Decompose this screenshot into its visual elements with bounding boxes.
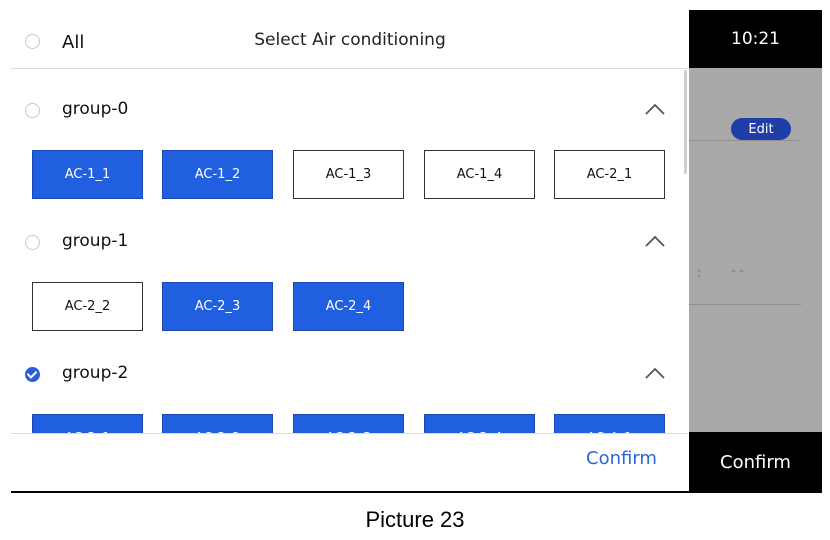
chevron-up-icon[interactable] [644,234,666,248]
divider [689,140,801,141]
chevron-up-icon[interactable] [644,102,666,116]
edit-button: Edit [731,118,791,140]
ac-unit-button[interactable]: AC-3_3 [293,414,404,433]
background-content: Edit : -- [689,68,822,432]
group-list[interactable]: group-0 AC-1_1 AC-1_2 AC-1_3 AC-1_4 AC-2… [11,69,689,433]
clock: 10:21 [689,10,822,68]
background-app: 10:21 Edit : -- Confirm [689,10,822,493]
ac-unit-button[interactable]: AC-1_1 [32,150,143,199]
dialog-header: All Select Air conditioning [11,10,689,69]
device-screen: 10:21 Edit : -- Confirm All Select Air c… [11,10,822,493]
confirm-button[interactable]: Confirm [586,448,657,469]
ac-unit-button[interactable]: AC-4_1 [554,414,665,433]
dialog-title: Select Air conditioning [254,30,446,50]
ac-unit-button[interactable]: AC-2_2 [32,282,143,331]
dialog-footer: Confirm [11,433,689,491]
ac-unit-button[interactable]: AC-3_2 [162,414,273,433]
ac-unit-button[interactable]: AC-2_4 [293,282,404,331]
placeholder-value: -- [731,263,748,279]
select-ac-dialog: All Select Air conditioning group-0 AC-1… [11,10,689,491]
group-radio[interactable] [25,103,40,118]
divider [689,304,801,305]
ac-unit-button[interactable]: AC-3_4 [424,414,535,433]
ac-unit-button[interactable]: AC-2_1 [554,150,665,199]
ac-unit-button[interactable]: AC-1_2 [162,150,273,199]
background-confirm-button: Confirm [689,432,822,493]
ac-unit-button[interactable]: AC-3_1 [32,414,143,433]
ac-unit-button[interactable]: AC-1_3 [293,150,404,199]
figure-caption: Picture 23 [365,507,465,532]
ac-unit-button[interactable]: AC-2_3 [162,282,273,331]
scrollbar[interactable] [684,70,687,174]
ac-unit-button[interactable]: AC-1_4 [424,150,535,199]
group-label[interactable]: group-0 [62,99,128,119]
group-radio[interactable] [25,367,40,382]
group-label[interactable]: group-2 [62,363,128,383]
group-label[interactable]: group-1 [62,231,128,251]
chevron-up-icon[interactable] [644,366,666,380]
group-radio[interactable] [25,235,40,250]
colon-separator: : [697,265,704,281]
